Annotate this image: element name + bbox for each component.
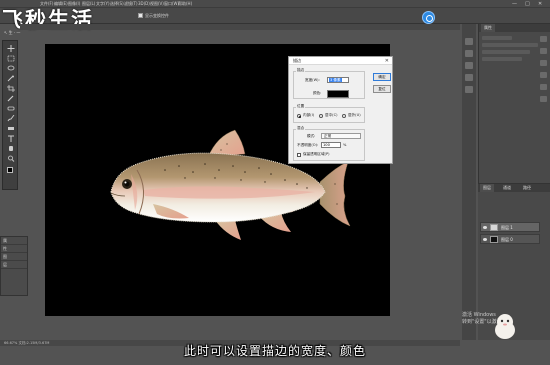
tab-paths[interactable]: 路径 xyxy=(520,184,534,192)
layers-tabs: 图层 通道 路径 xyxy=(478,184,550,192)
history-icon[interactable] xyxy=(465,38,473,45)
layer-row[interactable]: 图层 0 xyxy=(480,234,540,244)
width-label: 宽度(W): xyxy=(305,78,320,82)
position-inside-label: 内部(I) xyxy=(303,113,315,117)
position-center-label: 居中(C) xyxy=(325,113,338,117)
lasso-tool-icon[interactable] xyxy=(7,65,15,72)
position-outside-label: 居外(U) xyxy=(348,113,361,117)
subtitle-caption: 此时可以设置描边的宽度、颜色 xyxy=(183,344,366,358)
mode-select[interactable]: 正常 xyxy=(321,133,361,139)
hand-tool-icon[interactable] xyxy=(7,145,15,152)
foreground-color-swatch[interactable] xyxy=(7,167,13,173)
property-line xyxy=(482,57,522,61)
left-panel-row[interactable]: 性 xyxy=(1,245,27,253)
property-line xyxy=(482,43,538,47)
maximize-button[interactable]: □ xyxy=(525,0,530,8)
quick-select-tool-icon[interactable] xyxy=(7,75,15,82)
opacity-label: 不透明度(O): xyxy=(297,143,319,147)
brush-tool-icon[interactable] xyxy=(7,115,15,122)
brand-subtext: ↖ 生 · 一 xyxy=(4,30,21,35)
show-transform-controls-label: 显示变换控件 xyxy=(145,13,169,18)
preserve-transparency-checkbox[interactable] xyxy=(297,153,301,157)
position-section-label: 位置 xyxy=(296,104,306,109)
panel-dock xyxy=(462,24,476,340)
tab-channels[interactable]: 通道 xyxy=(500,184,514,192)
dialog-title: 描边 xyxy=(293,58,301,63)
marquee-tool-icon[interactable] xyxy=(7,55,15,62)
menu-help[interactable]: 帮助(H) xyxy=(178,0,192,8)
document-tab-bar xyxy=(20,24,460,30)
color-label: 颜色: xyxy=(313,91,322,95)
menu-type[interactable]: 文字(Y) xyxy=(96,0,110,8)
healing-brush-tool-icon[interactable] xyxy=(7,105,15,112)
menu-filter[interactable]: 滤镜(T) xyxy=(124,0,138,8)
left-panel-row[interactable]: 属 xyxy=(1,237,27,245)
eye-icon[interactable] xyxy=(483,238,487,241)
photoshop-window: 文件(F) 编辑(E) 图像(I) 图层(L) 文字(Y) 选择(S) 滤镜(T… xyxy=(0,0,550,365)
panel-toggle-icon[interactable] xyxy=(540,72,547,78)
menu-window[interactable]: 窗口(W) xyxy=(164,0,179,8)
photoshop-logo-icon[interactable] xyxy=(422,11,435,24)
stroke-section-label: 描边 xyxy=(296,68,306,73)
layer-name: 图层 0 xyxy=(501,237,513,242)
layer-name: 图层 1 xyxy=(501,225,513,230)
property-line xyxy=(482,50,530,54)
left-panel-row[interactable]: 图 xyxy=(1,253,27,261)
stroke-dialog: 描边 ✕ 描边 宽度(W): 3 像素 颜色: 位置 内部(I) 居中(C) 居… xyxy=(288,56,393,164)
ok-button[interactable]: 确定 xyxy=(373,73,391,81)
menu-select[interactable]: 选择(S) xyxy=(110,0,124,8)
close-window-button[interactable]: ✕ xyxy=(538,0,542,8)
left-mini-panel: 属 性 图 层 xyxy=(0,236,28,296)
eye-icon[interactable] xyxy=(483,226,487,229)
menu-view[interactable]: 视图(V) xyxy=(150,0,164,8)
opacity-unit: % xyxy=(343,143,347,147)
blend-section-label: 混合 xyxy=(296,126,306,131)
panel-toggle-icon[interactable] xyxy=(540,36,547,42)
tab-layers[interactable]: 图层 xyxy=(480,184,494,192)
menu-3d[interactable]: 3D(D) xyxy=(138,0,150,8)
width-field[interactable]: 3 像素 xyxy=(327,77,349,83)
eraser-tool-icon[interactable] xyxy=(7,125,15,132)
zoom-tool-icon[interactable] xyxy=(7,155,15,162)
panel-toggle-icon[interactable] xyxy=(540,84,547,90)
layer-thumbnail xyxy=(490,224,498,231)
position-inside-radio[interactable] xyxy=(297,114,301,118)
tab-properties[interactable]: 属性 xyxy=(481,24,495,32)
panel-toggle-icon[interactable] xyxy=(540,60,547,66)
tools-panel xyxy=(2,40,18,190)
layer-thumbnail xyxy=(490,236,498,243)
color-panel-icon[interactable] xyxy=(465,62,473,69)
actions-icon[interactable] xyxy=(465,50,473,57)
reset-button[interactable]: 复位 xyxy=(373,85,391,93)
text-tool-icon[interactable] xyxy=(7,135,15,142)
left-panel-row[interactable]: 层 xyxy=(1,261,27,269)
close-icon[interactable]: ✕ xyxy=(385,57,389,65)
crop-tool-icon[interactable] xyxy=(7,85,15,92)
layer-row[interactable]: 图层 1 xyxy=(480,222,540,232)
property-line xyxy=(482,36,512,40)
swatches-icon[interactable] xyxy=(465,74,473,81)
eyedropper-tool-icon[interactable] xyxy=(7,95,15,102)
opacity-field[interactable]: 100 xyxy=(321,142,341,148)
adjustments-icon[interactable] xyxy=(465,86,473,93)
mode-label: 模式: xyxy=(307,134,316,138)
position-outside-radio[interactable] xyxy=(342,114,346,118)
move-tool-icon[interactable] xyxy=(7,45,15,52)
panel-toggle-icon[interactable] xyxy=(540,96,547,102)
show-transform-controls-checkbox[interactable] xyxy=(138,13,143,18)
mascot-icon xyxy=(495,314,515,339)
dialog-title-bar[interactable]: 描边 ✕ xyxy=(289,57,392,65)
position-center-radio[interactable] xyxy=(319,114,323,118)
panel-toggle-icon[interactable] xyxy=(540,48,547,54)
color-swatch[interactable] xyxy=(327,90,349,98)
minimize-button[interactable]: — xyxy=(512,0,517,8)
preserve-transparency-label: 保留透明区域(P) xyxy=(303,152,330,156)
